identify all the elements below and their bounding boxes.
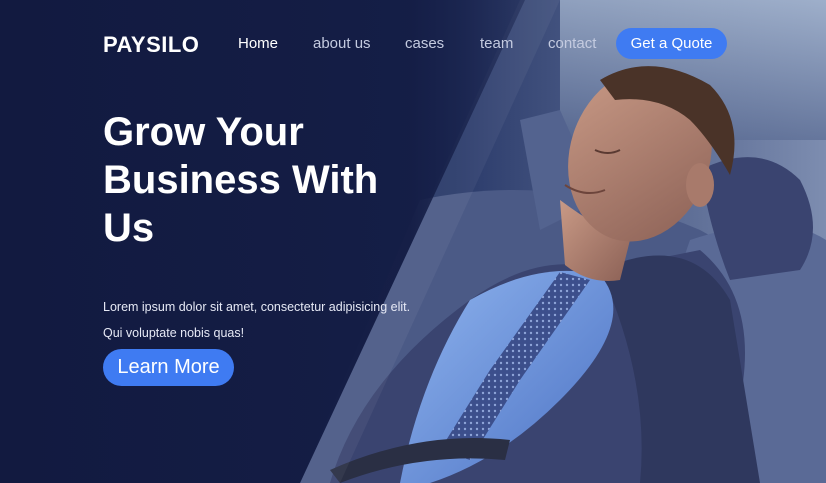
nav-link-team[interactable]: team <box>480 35 513 53</box>
top-navigation: PAYSILO Home about us cases team contact… <box>0 0 826 86</box>
hero-description: Lorem ipsum dolor sit amet, consectetur … <box>103 294 443 346</box>
get-a-quote-button[interactable]: Get a Quote <box>616 28 727 59</box>
hero-headline: Grow Your Business With Us <box>103 108 433 252</box>
headline-line: Us <box>103 206 155 250</box>
description-line: Qui voluptate nobis quas! <box>103 325 245 340</box>
headline-line: Business With <box>103 158 379 202</box>
learn-more-button[interactable]: Learn More <box>103 349 234 386</box>
nav-link-home[interactable]: Home <box>238 35 278 53</box>
nav-link-about-us[interactable]: about us <box>313 35 371 53</box>
brand-logo[interactable]: PAYSILO <box>103 32 199 58</box>
nav-link-contact[interactable]: contact <box>548 35 596 53</box>
description-line: Lorem ipsum dolor sit amet, consectetur … <box>103 299 411 314</box>
nav-link-cases[interactable]: cases <box>405 35 444 53</box>
headline-line: Grow Your <box>103 110 304 154</box>
